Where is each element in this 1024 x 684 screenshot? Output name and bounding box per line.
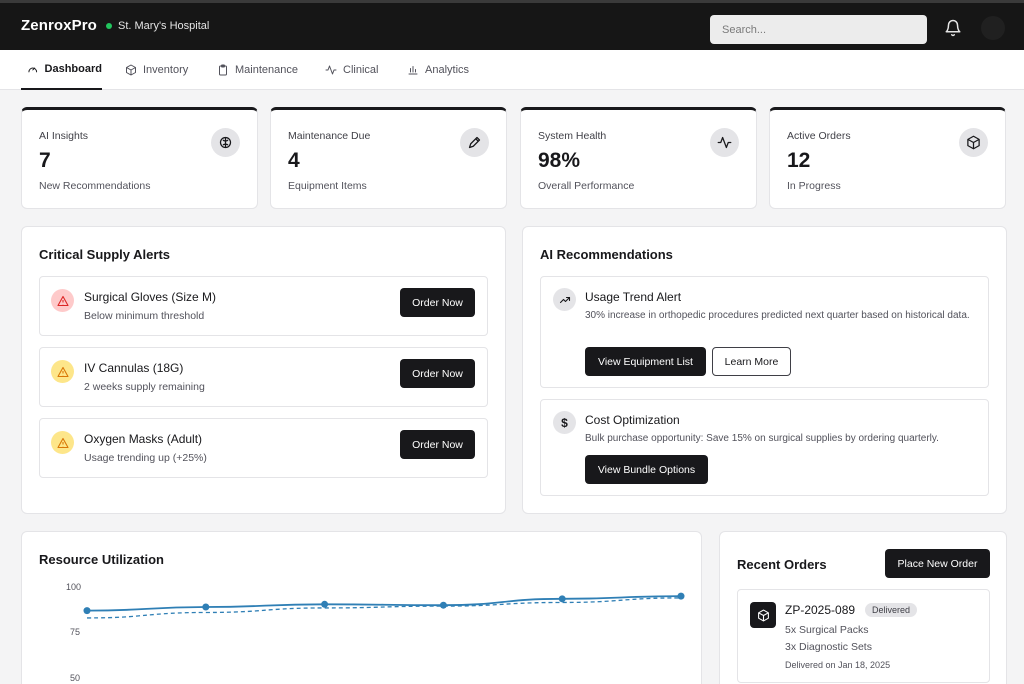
- alert-status: 2 weeks supply remaining: [84, 381, 205, 393]
- alert-triangle-icon: [51, 289, 74, 312]
- learn-more-button[interactable]: Learn More: [712, 347, 791, 376]
- recommendation-desc: Bulk purchase opportunity: Save 15% on s…: [585, 433, 939, 444]
- stat-label: Maintenance Due: [288, 130, 371, 142]
- stat-card-active-orders[interactable]: Active Orders 12 In Progress: [769, 107, 1006, 209]
- recent-orders-panel: Recent Orders Place New Order ZP-2025-08…: [719, 531, 1007, 684]
- view-equipment-list-button[interactable]: View Equipment List: [585, 347, 706, 376]
- bell-icon[interactable]: [944, 19, 962, 37]
- top-bar: ZenroxPro St. Mary's Hospital: [0, 0, 1024, 50]
- tab-label: Dashboard: [44, 63, 102, 75]
- order-id: ZP-2025-089: [785, 603, 856, 617]
- alert-status: Usage trending up (+25%): [84, 452, 207, 464]
- package-icon: [959, 128, 988, 157]
- package-icon: [750, 602, 776, 628]
- order-now-button[interactable]: Order Now: [400, 359, 475, 388]
- place-new-order-button[interactable]: Place New Order: [885, 549, 990, 578]
- main-nav: Dashboard Inventory Maintenance Clinical…: [0, 50, 1024, 90]
- alert-item: Oxygen Masks (Adult) Usage trending up (…: [39, 418, 488, 478]
- order-card[interactable]: ZP-2025-089 Delivered 5x Surgical Packs …: [737, 589, 990, 683]
- alert-status: Below minimum threshold: [84, 310, 205, 322]
- view-bundle-options-button[interactable]: View Bundle Options: [585, 455, 708, 484]
- stat-card-system-health[interactable]: System Health 98% Overall Performance: [520, 107, 757, 209]
- hospital-selector[interactable]: St. Mary's Hospital: [106, 20, 209, 32]
- stat-value: 12: [787, 149, 811, 172]
- avatar[interactable]: [981, 16, 1005, 40]
- data-point[interactable]: [202, 603, 210, 611]
- status-dot: [106, 23, 112, 29]
- box-icon: [126, 64, 136, 76]
- stat-sub: In Progress: [787, 180, 841, 192]
- supply-alerts-panel: Critical Supply Alerts Surgical Gloves (…: [21, 226, 506, 514]
- alert-title: IV Cannulas (18G): [84, 361, 184, 375]
- tab-label: Clinical: [343, 64, 379, 76]
- bar-chart-icon: [408, 66, 418, 75]
- tab-analytics[interactable]: Analytics: [407, 50, 469, 90]
- activity-icon: [710, 128, 739, 157]
- hospital-name: St. Mary's Hospital: [118, 20, 210, 32]
- panel-title: Critical Supply Alerts: [39, 247, 170, 262]
- clipboard-icon: [219, 64, 227, 76]
- stat-sub: New Recommendations: [39, 180, 151, 192]
- panel-title: Recent Orders: [737, 557, 827, 572]
- trending-up-icon: [553, 288, 576, 311]
- tab-label: Inventory: [143, 64, 189, 76]
- tab-inventory[interactable]: Inventory: [125, 50, 188, 90]
- data-point[interactable]: [321, 600, 329, 608]
- tab-label: Maintenance: [235, 64, 298, 76]
- order-now-button[interactable]: Order Now: [400, 430, 475, 459]
- alert-triangle-icon: [51, 431, 74, 454]
- stat-value: 98%: [538, 149, 581, 172]
- order-date: Delivered on Jan 18, 2025: [785, 660, 891, 670]
- alert-item: IV Cannulas (18G) 2 weeks supply remaini…: [39, 347, 488, 407]
- stat-value: 4: [288, 149, 300, 172]
- tab-maintenance[interactable]: Maintenance: [217, 50, 298, 90]
- tab-label: Analytics: [425, 64, 470, 76]
- data-point[interactable]: [558, 595, 566, 603]
- alert-triangle-icon: [51, 360, 74, 383]
- utilization-line-chart: [83, 592, 685, 619]
- stat-label: AI Insights: [39, 130, 89, 142]
- order-now-button[interactable]: Order Now: [400, 288, 475, 317]
- alert-title: Oxygen Masks (Adult): [84, 432, 203, 446]
- tab-clinical[interactable]: Clinical: [325, 50, 378, 90]
- stat-sub: Overall Performance: [538, 180, 635, 192]
- recommendation-card: Usage Trend Alert 30% increase in orthop…: [540, 276, 989, 388]
- recommendation-title: Cost Optimization: [585, 413, 680, 427]
- activity-icon: [325, 65, 337, 75]
- brand-logo[interactable]: ZenroxPro: [21, 17, 97, 34]
- panel-title: AI Recommendations: [540, 247, 673, 262]
- brain-icon: [211, 128, 240, 157]
- alert-item: Surgical Gloves (Size M) Below minimum t…: [39, 276, 488, 336]
- stat-sub: Equipment Items: [288, 180, 367, 192]
- recommendation-card: $ Cost Optimization Bulk purchase opport…: [540, 399, 989, 496]
- dollar-icon: $: [553, 411, 576, 434]
- tool-icon: [460, 128, 489, 157]
- stat-card-ai-insights[interactable]: AI Insights 7 New Recommendations: [21, 107, 258, 209]
- search-input[interactable]: [710, 15, 927, 44]
- order-line: 3x Diagnostic Sets: [785, 641, 872, 653]
- stat-label: Active Orders: [787, 130, 851, 142]
- data-point[interactable]: [677, 592, 685, 600]
- alert-title: Surgical Gloves (Size M): [84, 290, 217, 304]
- tab-dashboard[interactable]: Dashboard: [21, 50, 102, 90]
- stat-label: System Health: [538, 130, 607, 142]
- series-line-1: [86, 595, 682, 612]
- ai-recommendations-panel: AI Recommendations Usage Trend Alert 30%…: [522, 226, 1007, 514]
- recommendation-title: Usage Trend Alert: [585, 290, 682, 304]
- gauge-icon: [28, 67, 38, 73]
- status-badge: Delivered: [865, 603, 918, 617]
- resource-utilization-panel: Resource Utilization 100 75 50: [21, 531, 702, 684]
- data-point[interactable]: [439, 601, 447, 609]
- recommendation-desc: 30% increase in orthopedic procedures pr…: [585, 310, 970, 321]
- order-line: 5x Surgical Packs: [785, 624, 869, 636]
- data-point[interactable]: [83, 607, 91, 615]
- stat-card-maintenance[interactable]: Maintenance Due 4 Equipment Items: [270, 107, 507, 209]
- stat-value: 7: [39, 149, 51, 172]
